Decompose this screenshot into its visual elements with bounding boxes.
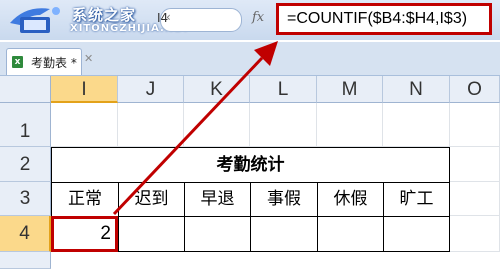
sheet-tab[interactable]: x 考勤表 * xyxy=(6,48,82,75)
row-header-3[interactable]: 3 xyxy=(0,182,51,216)
data-cell-early-leave[interactable] xyxy=(184,216,251,252)
row-header-5[interactable] xyxy=(0,252,51,269)
data-cell-late[interactable] xyxy=(118,216,185,252)
header-cell-absent[interactable]: 旷工 xyxy=(383,182,450,217)
header-cell-late[interactable]: 迟到 xyxy=(118,182,185,217)
header-cell-vacation[interactable]: 休假 xyxy=(317,182,384,217)
name-box[interactable]: I4 xyxy=(157,8,242,32)
formula-input[interactable]: =COUNTIF($B4:$H4,I$3) xyxy=(276,3,492,35)
header-cell-personal-leave[interactable]: 事假 xyxy=(250,182,318,217)
data-cell-personal-leave[interactable] xyxy=(250,216,318,252)
formula-toolbar: 系统之家 XITONGZHIJIA.NET I4 ‹ fx =COUNTIF($… xyxy=(0,0,500,40)
column-header-i[interactable]: I xyxy=(51,76,118,103)
watermark-site-name: 系统之家 xyxy=(72,6,137,24)
column-header-n[interactable]: N xyxy=(383,76,450,103)
site-logo-icon xyxy=(10,7,60,33)
header-cell-normal[interactable]: 正常 xyxy=(51,182,119,217)
close-icon[interactable]: ✕ xyxy=(84,52,93,65)
sheet-tab-bar: x 考勤表 * ✕ xyxy=(0,42,500,76)
column-header-o[interactable]: O xyxy=(450,76,500,103)
attendance-summary-title[interactable]: 考勤统计 xyxy=(51,147,450,183)
row-header-2[interactable]: 2 xyxy=(0,147,51,182)
row-header-4[interactable]: 4 xyxy=(0,216,51,252)
header-cell-early-leave[interactable]: 早退 xyxy=(184,182,251,217)
column-header-l[interactable]: L xyxy=(250,76,317,103)
sheet-tab-label: 考勤表 * xyxy=(31,56,77,70)
row-header-1[interactable]: 1 xyxy=(0,103,51,147)
active-cell-i4[interactable]: 2 xyxy=(51,216,118,252)
column-header-j[interactable]: J xyxy=(118,76,184,103)
select-all-corner[interactable] xyxy=(0,76,51,103)
column-header-m[interactable]: M xyxy=(317,76,383,103)
column-header-k[interactable]: K xyxy=(184,76,250,103)
fx-icon[interactable]: fx xyxy=(252,10,264,25)
data-cell-absent[interactable] xyxy=(383,216,450,252)
excel-workbook-icon: x xyxy=(12,56,23,68)
data-cell-vacation[interactable] xyxy=(317,216,384,252)
chevron-left-icon: ‹ xyxy=(166,10,171,24)
